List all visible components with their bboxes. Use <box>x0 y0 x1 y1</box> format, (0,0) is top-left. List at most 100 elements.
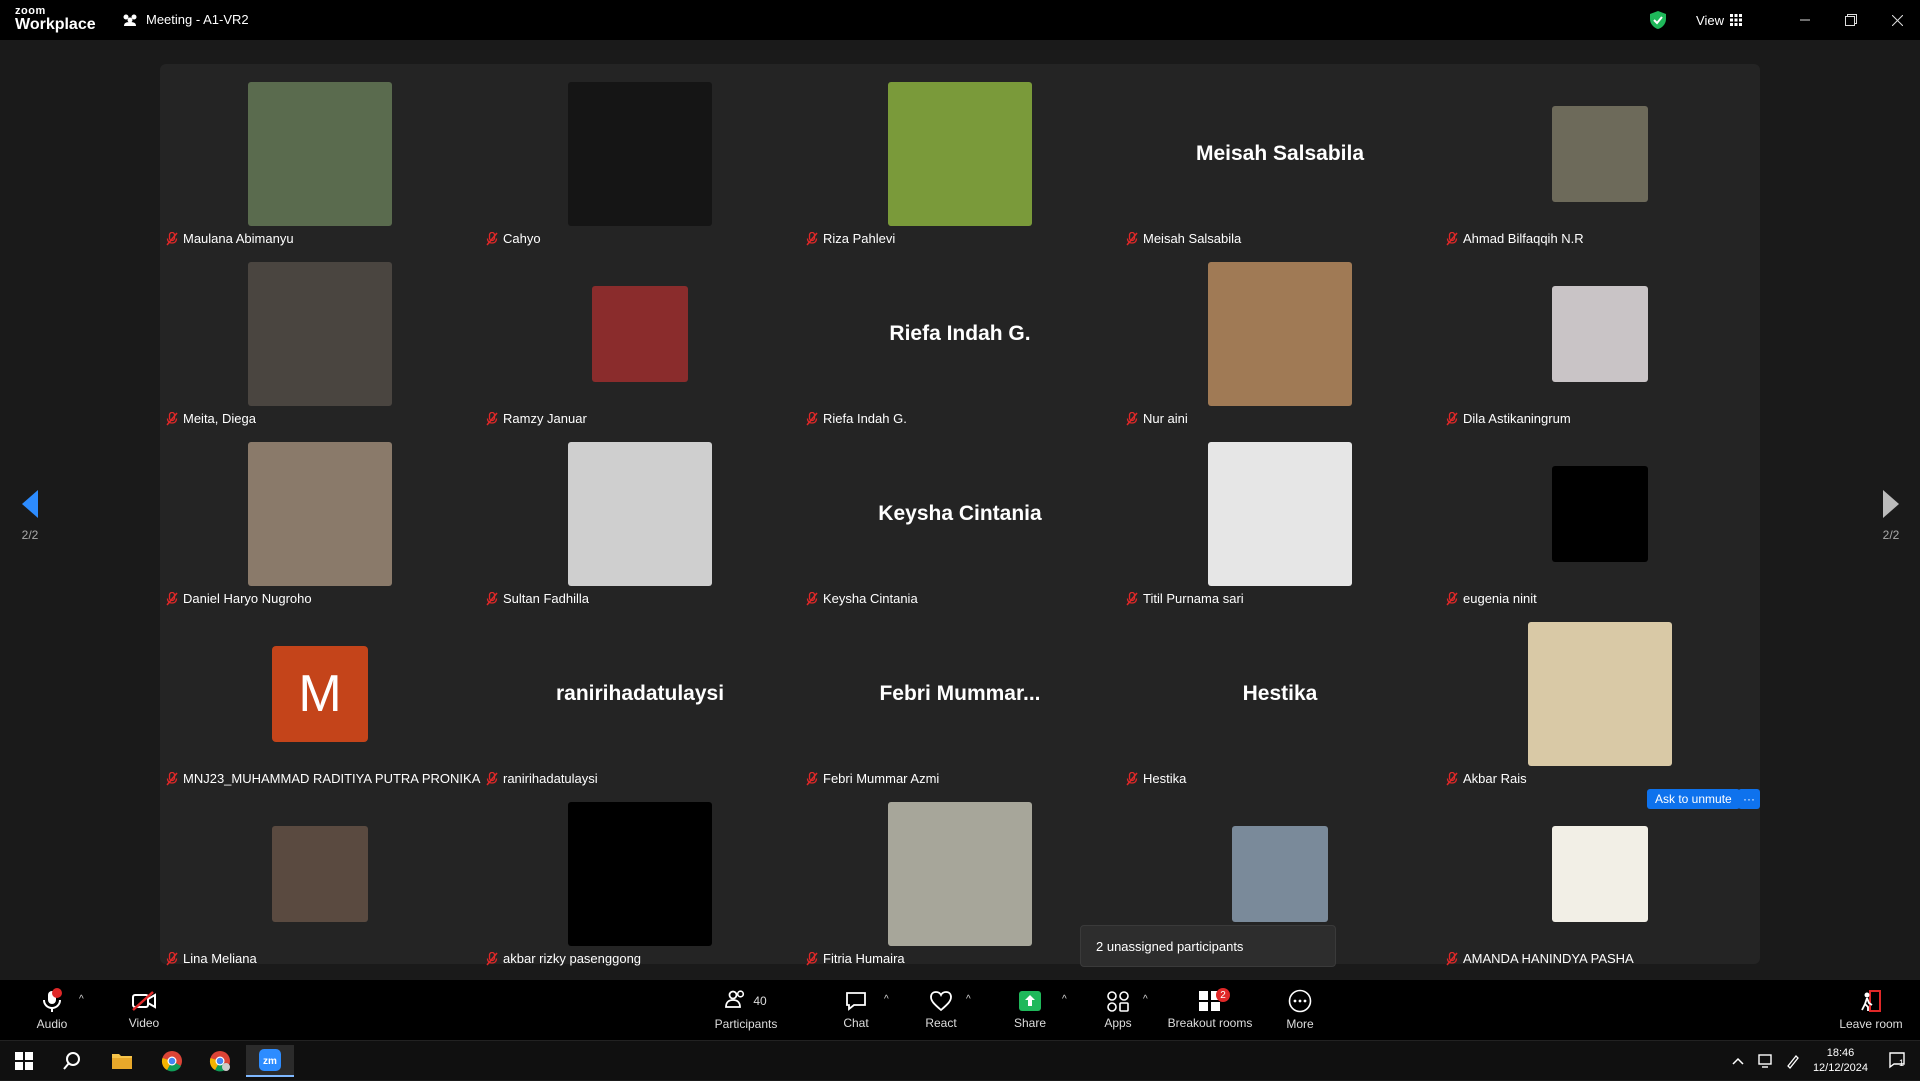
logo-text-bottom: Workplace <box>15 16 96 33</box>
tray-expand-icon[interactable] <box>1731 1056 1745 1066</box>
participant-display-name: Keysha Cintania <box>878 502 1042 525</box>
leave-room-icon <box>1861 990 1881 1012</box>
react-options-caret[interactable]: ^ <box>966 994 971 1005</box>
participant-tile[interactable]: Ahmad Bilfaqqih N.R <box>1440 64 1760 246</box>
zoom-app-icon: zm <box>259 1049 281 1071</box>
participant-display-name: Meisah Salsabila <box>1195 142 1365 165</box>
participant-tile[interactable]: Akbar Rais <box>1440 604 1760 786</box>
share-options-caret[interactable]: ^ <box>1062 994 1067 1005</box>
search-button[interactable] <box>48 1045 96 1077</box>
network-icon[interactable] <box>1757 1053 1775 1069</box>
participant-tile[interactable]: Riza Pahlevi <box>800 64 1120 246</box>
participant-video <box>1552 826 1648 922</box>
zoom-taskbar-button[interactable]: zm <box>246 1045 294 1077</box>
participant-tile[interactable]: Lina Meliana <box>160 784 480 966</box>
share-button[interactable]: Share <box>1010 980 1050 1040</box>
previous-page-button[interactable]: 2/2 <box>10 490 50 542</box>
participant-tile[interactable]: Keysha Cintania Keysha Cintania <box>800 424 1120 606</box>
security-shield-icon[interactable] <box>1648 10 1668 30</box>
participant-tile[interactable]: M MNJ23_MUHAMMAD RADITIYA PUTRA PRONIKA <box>160 604 480 786</box>
participant-tile[interactable]: Sultan Fadhilla <box>480 424 800 606</box>
view-button[interactable]: View <box>1696 13 1742 28</box>
participant-tile[interactable]: Riefa Indah G. Riefa Indah G. <box>800 244 1120 426</box>
start-button[interactable] <box>0 1045 48 1077</box>
unassigned-participants-tooltip: 2 unassigned participants <box>1080 925 1336 967</box>
participant-tile[interactable]: Fitria Humaira <box>800 784 1120 966</box>
file-explorer-button[interactable] <box>98 1045 146 1077</box>
next-page-button[interactable]: 2/2 <box>1871 490 1911 542</box>
participant-video <box>1528 622 1672 766</box>
more-icon <box>1288 989 1312 1013</box>
apps-button[interactable]: Apps <box>1100 980 1136 1040</box>
leave-room-button[interactable]: Leave room <box>1836 980 1906 1040</box>
participant-display-name: Febri Mummar... <box>879 682 1041 705</box>
participant-video <box>1208 442 1352 586</box>
participant-video <box>1552 466 1648 562</box>
folder-icon <box>112 1054 132 1069</box>
meeting-toolbar: Audio ^ Video 40 Participants Chat ^ Rea… <box>0 980 1920 1040</box>
participant-tile[interactable]: Meisah Salsabila Meisah Salsabila <box>1120 64 1440 246</box>
participant-video <box>1552 106 1648 202</box>
meeting-info-icon[interactable] <box>122 13 138 27</box>
svg-text:zm: zm <box>263 1056 277 1067</box>
minimize-button[interactable] <box>1782 0 1828 40</box>
participants-button[interactable]: 40 Participants <box>710 980 782 1040</box>
chrome-icon <box>161 1051 182 1072</box>
chrome-button[interactable] <box>148 1045 196 1077</box>
arrow-right-icon <box>1883 490 1899 518</box>
participant-tile[interactable]: Ramzy Januar <box>480 244 800 426</box>
audio-options-caret[interactable]: ^ <box>79 994 84 1005</box>
search-icon <box>63 1052 80 1070</box>
audio-button[interactable]: Audio <box>30 980 74 1040</box>
participant-tile[interactable]: Titil Purnama sari <box>1120 424 1440 606</box>
participant-video <box>888 82 1032 226</box>
participant-video <box>568 82 712 226</box>
meeting-title: Meeting - A1-VR2 <box>122 12 249 27</box>
apps-options-caret[interactable]: ^ <box>1143 994 1148 1005</box>
grid-icon <box>1730 14 1742 26</box>
heart-icon <box>930 991 952 1012</box>
audio-label: Audio <box>36 1017 68 1031</box>
notification-center-button[interactable]: 1 <box>1888 1051 1906 1072</box>
participant-tile[interactable]: Nur aini <box>1120 244 1440 426</box>
close-button[interactable] <box>1874 0 1920 40</box>
participant-tile[interactable]: Cahyo <box>480 64 800 246</box>
tile-more-options-button[interactable]: ··· <box>1738 789 1760 809</box>
participant-tile[interactable]: Daniel Haryo Nugroho <box>160 424 480 606</box>
participant-tile[interactable]: Febri Mummar... Febri Mummar Azmi <box>800 604 1120 786</box>
participant-tile[interactable]: Hestika Hestika <box>1120 604 1440 786</box>
participants-icon <box>725 990 745 1008</box>
chat-label: Chat <box>843 1016 869 1030</box>
windows-icon <box>15 1052 33 1070</box>
participant-name-label: AMANDA HANINDYA PASHA <box>1446 951 1634 966</box>
clock[interactable]: 18:46 12/12/2024 <box>1813 1046 1868 1076</box>
chat-button[interactable]: Chat <box>836 980 876 1040</box>
participant-display-name: ranirihadatulaysi <box>555 682 725 705</box>
participant-video <box>1552 286 1648 382</box>
chrome-profile-button[interactable] <box>196 1045 244 1077</box>
pen-icon[interactable] <box>1785 1053 1801 1069</box>
ask-to-unmute-button[interactable]: Ask to unmute <box>1647 789 1740 809</box>
video-button[interactable]: Video <box>122 980 166 1040</box>
participant-video <box>1208 262 1352 406</box>
system-tray: 18:46 12/12/2024 1 <box>1731 1041 1920 1081</box>
participant-avatar: M <box>272 646 368 742</box>
chat-options-caret[interactable]: ^ <box>884 994 889 1005</box>
participant-display-name: Hestika <box>1242 682 1318 705</box>
participant-tile[interactable]: Dila Astikaningrum <box>1440 244 1760 426</box>
participant-name: akbar rizky pasenggong <box>503 951 642 966</box>
participant-video <box>1232 826 1328 922</box>
participant-tile[interactable]: Maulana Abimanyu <box>160 64 480 246</box>
restore-button[interactable] <box>1828 0 1874 40</box>
more-button[interactable]: More <box>1282 980 1318 1040</box>
participant-tile[interactable]: AMANDA HANINDYA PASHA <box>1440 784 1760 966</box>
participant-tile[interactable]: ranirihadatulaysi ranirihadatulaysi <box>480 604 800 786</box>
view-label: View <box>1696 12 1724 28</box>
participant-tile[interactable]: akbar rizky pasenggong <box>480 784 800 966</box>
participant-tile[interactable]: eugenia ninit <box>1440 424 1760 606</box>
participant-video <box>248 442 392 586</box>
participant-video <box>592 286 688 382</box>
breakout-rooms-button[interactable]: Breakout rooms 2 <box>1166 980 1254 1040</box>
react-button[interactable]: React <box>920 980 962 1040</box>
participant-tile[interactable]: Meita, Diega <box>160 244 480 426</box>
